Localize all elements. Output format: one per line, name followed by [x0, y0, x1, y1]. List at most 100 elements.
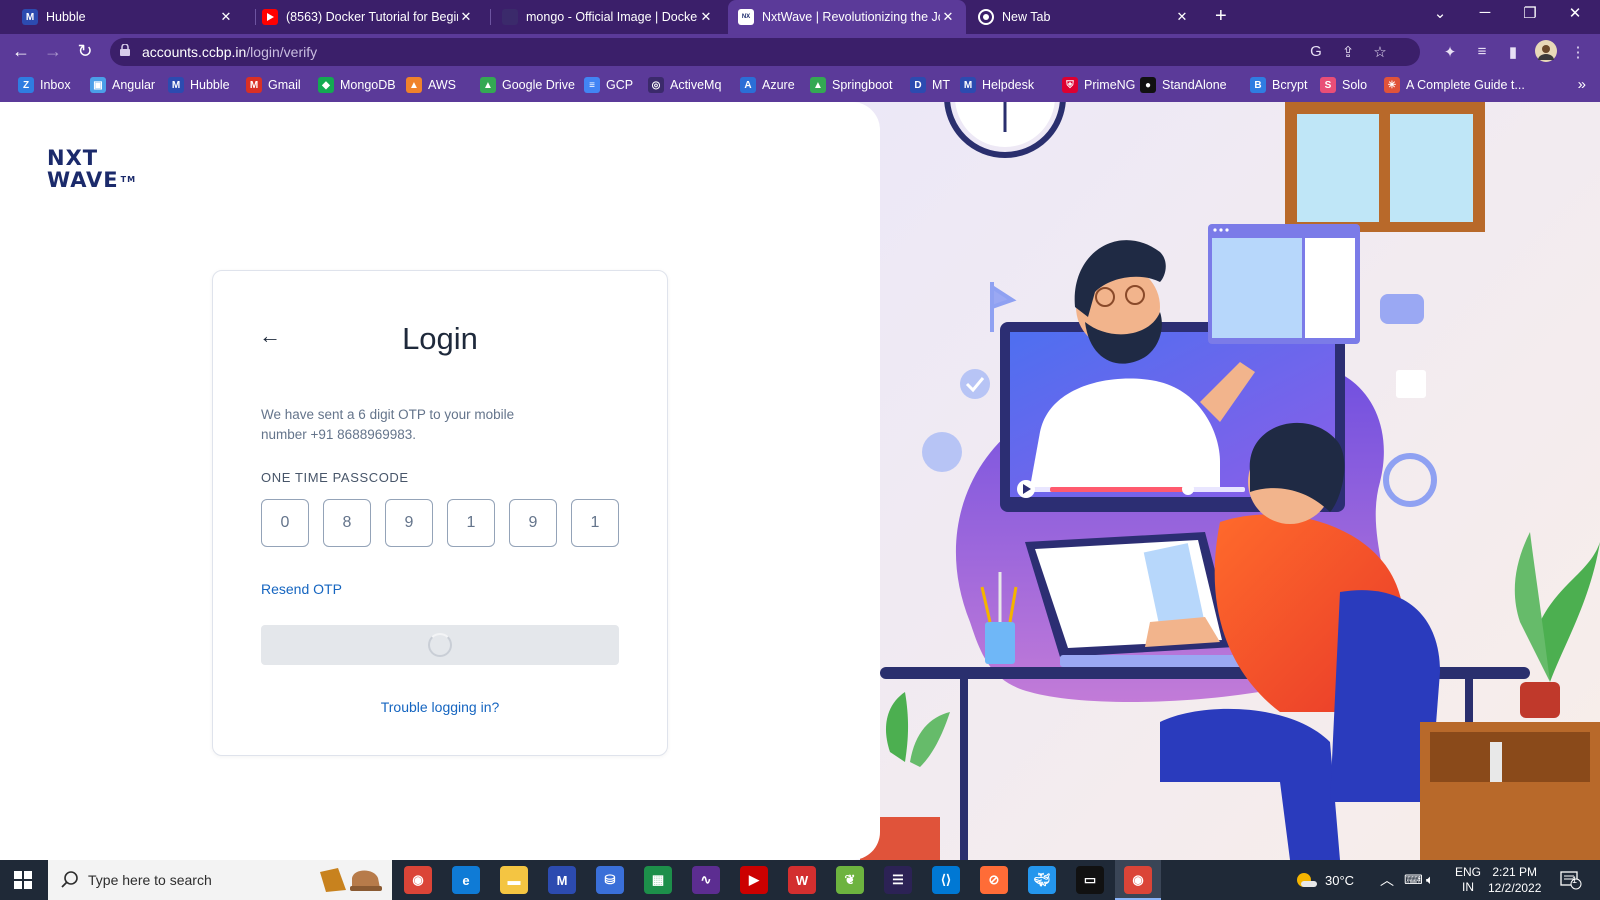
- spring-icon[interactable]: ❦: [836, 866, 864, 894]
- bookmark-aws[interactable]: ▲ AWS: [406, 77, 456, 93]
- wps-icon[interactable]: W: [788, 866, 816, 894]
- bookmark-angular[interactable]: ▣ Angular: [90, 77, 155, 93]
- file-explorer-icon[interactable]: ▬: [500, 866, 528, 894]
- visual-studio-icon[interactable]: ∿: [692, 866, 720, 894]
- chrome-active-icon[interactable]: ◉: [1124, 866, 1152, 894]
- new-tab-button[interactable]: +: [1215, 5, 1227, 28]
- tab-search-chevron-icon[interactable]: ⌄: [1430, 4, 1450, 22]
- bookmark-label: MongoDB: [340, 78, 396, 92]
- bookmark-star-icon[interactable]: ☆: [1370, 43, 1390, 61]
- profile-avatar[interactable]: [1535, 40, 1557, 66]
- bookmark-helpdesk[interactable]: M Helpdesk: [960, 77, 1034, 93]
- docker-icon[interactable]: 🐳︎: [1028, 866, 1056, 894]
- resend-otp-link[interactable]: Resend OTP: [261, 581, 342, 597]
- tab-title: Hubble: [46, 10, 86, 24]
- bookmark-gmail[interactable]: M Gmail: [246, 77, 301, 93]
- bookmark-label: Solo: [1342, 78, 1368, 92]
- close-window-button[interactable]: ✕: [1565, 4, 1585, 22]
- bookmark-label: Helpdesk: [982, 78, 1035, 92]
- tray-chevron-icon[interactable]: ︿: [1380, 860, 1394, 900]
- terminal-icon[interactable]: ▭: [1076, 866, 1104, 894]
- remote-desktop-icon[interactable]: ⛁: [596, 866, 624, 894]
- otp-label: ONE TIME PASSCODE: [261, 470, 409, 485]
- bookmark-gcp[interactable]: ≡ GCP: [584, 77, 633, 93]
- hubble-m-icon[interactable]: M: [548, 866, 576, 894]
- close-icon[interactable]: ✕: [940, 9, 956, 25]
- otp-digit-6[interactable]: [571, 499, 619, 547]
- share-icon[interactable]: ⇪: [1338, 43, 1358, 61]
- bookmark-activemq[interactable]: ◎ ActiveMq: [648, 77, 721, 93]
- otp-digit-4[interactable]: [447, 499, 495, 547]
- trouble-logging-in-link[interactable]: Trouble logging in?: [213, 699, 667, 715]
- excel-like-icon[interactable]: ▦: [644, 866, 672, 894]
- restore-button[interactable]: ❐: [1520, 4, 1540, 22]
- back-button[interactable]: ←: [10, 41, 32, 62]
- youtube-icon[interactable]: ▶: [740, 866, 768, 894]
- bookmark-standalone[interactable]: ● StandAlone: [1140, 77, 1227, 93]
- tab-docker-tutorial[interactable]: (8563) Docker Tutorial for Beginn ✕: [252, 0, 484, 34]
- taskbar-search-input[interactable]: Type here to search: [48, 860, 392, 900]
- close-icon[interactable]: ✕: [698, 9, 714, 25]
- bookmark-mt[interactable]: D MT: [910, 77, 950, 93]
- language-indicator[interactable]: ENG IN: [1455, 860, 1481, 900]
- postman-icon[interactable]: ⊘: [980, 866, 1008, 894]
- address-bar[interactable]: accounts.ccbp.in/login/verify G ⇪ ☆: [110, 38, 1420, 66]
- close-icon[interactable]: ✕: [458, 9, 474, 25]
- otp-digit-5[interactable]: [509, 499, 557, 547]
- verify-button[interactable]: [261, 625, 619, 665]
- bookmark-bcrypt[interactable]: B Bcrypt: [1250, 77, 1307, 93]
- youtube-icon: [262, 9, 278, 25]
- side-panel-icon[interactable]: ▮: [1503, 43, 1523, 61]
- tab-mongo-docker[interactable]: mongo - Official Image | Docker ✕: [492, 0, 724, 34]
- weather-widget[interactable]: 30°C: [1295, 860, 1354, 900]
- close-icon[interactable]: ✕: [218, 9, 234, 25]
- tab-hubble[interactable]: M Hubble ✕: [12, 0, 244, 34]
- search-highlight-icon: [320, 868, 382, 892]
- notification-center-icon[interactable]: 1: [1560, 860, 1582, 900]
- otp-digit-1[interactable]: [261, 499, 309, 547]
- bookmark-springboot[interactable]: ▲ Springboot: [810, 77, 892, 93]
- bookmark-label: Gmail: [268, 78, 301, 92]
- tab-title: New Tab: [1002, 10, 1051, 24]
- clock[interactable]: 2:21 PM 12/2/2022: [1488, 860, 1541, 900]
- chrome-icon[interactable]: ◉: [404, 866, 432, 894]
- tab-new-tab[interactable]: New Tab ✕: [968, 0, 1200, 34]
- gmail-icon: M: [246, 77, 262, 93]
- zoho-z-icon: Z: [18, 77, 34, 93]
- tab-nxtwave[interactable]: NX NxtWave | Revolutionizing the Jo ✕: [728, 0, 966, 34]
- lock-icon[interactable]: [120, 44, 130, 56]
- bookmark-hubble[interactable]: M Hubble: [168, 77, 230, 93]
- bookmark-label: Inbox: [40, 78, 71, 92]
- edge-icon[interactable]: e: [452, 866, 480, 894]
- bookmark-mongodb[interactable]: ◆ MongoDB: [318, 77, 396, 93]
- otp-digit-2[interactable]: [323, 499, 371, 547]
- forward-button[interactable]: →: [42, 41, 64, 62]
- reading-list-icon[interactable]: ≡: [1472, 43, 1492, 60]
- close-icon[interactable]: ✕: [1174, 9, 1190, 25]
- chrome-menu-icon[interactable]: ⋮: [1568, 43, 1588, 61]
- windows-taskbar: Type here to search ◉ e ▬ M ⛁ ▦ ∿ ▶ W ❦ ☰ ⟨⟩ ⊘ 🐳︎ ▭ ◉ 3…: [0, 860, 1600, 900]
- bookmark-azure[interactable]: A Azure: [740, 77, 795, 93]
- loading-spinner-icon: [428, 633, 452, 657]
- extensions-icon[interactable]: ✦: [1440, 43, 1460, 61]
- camera-icon: ●: [1140, 77, 1156, 93]
- bookmark-primeng[interactable]: ⛨ PrimeNG: [1062, 77, 1135, 93]
- volume-icon[interactable]: 🔈︎: [1426, 860, 1434, 900]
- otp-digit-3[interactable]: [385, 499, 433, 547]
- bookmark-a-complete-guide-t[interactable]: ✳ A Complete Guide t...: [1384, 77, 1525, 93]
- search-icon: [61, 871, 78, 888]
- aws-box-icon: ▲: [406, 77, 422, 93]
- windows-start-icon[interactable]: [14, 871, 32, 894]
- more-bookmarks-chevron-icon[interactable]: »: [1578, 76, 1586, 93]
- reload-button[interactable]: ↻: [74, 41, 96, 62]
- bookmark-label: GCP: [606, 78, 634, 92]
- google-lens-icon[interactable]: G: [1306, 43, 1326, 60]
- bookmark-google-drive[interactable]: ▲ Google Drive: [480, 77, 575, 93]
- vscode-icon[interactable]: ⟨⟩: [932, 866, 960, 894]
- eclipse-icon[interactable]: ☰: [884, 866, 912, 894]
- minimize-button[interactable]: ─: [1475, 4, 1495, 21]
- network-icon[interactable]: ⌨: [1404, 860, 1423, 900]
- bookmark-solo[interactable]: S Solo: [1320, 77, 1367, 93]
- bookmark-inbox[interactable]: Z Inbox: [18, 77, 71, 93]
- page-content: NXT WAVE TM ← Login We have sent a 6 digi…: [0, 102, 1600, 860]
